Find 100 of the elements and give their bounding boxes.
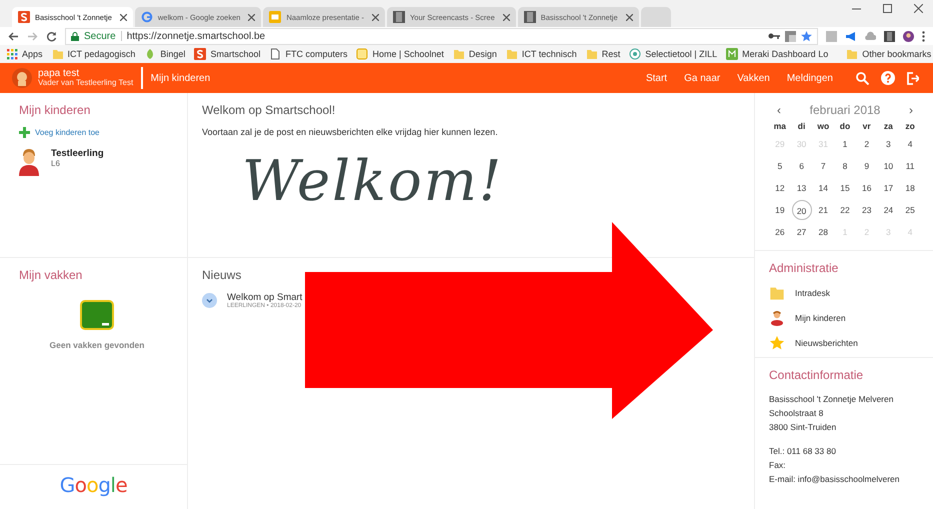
calendar-day[interactable]: 24: [878, 200, 898, 220]
profile-icon[interactable]: [903, 30, 914, 42]
user-role: Vader van Testleerling Test: [38, 79, 134, 88]
child-class: L6: [51, 159, 61, 168]
search-icon[interactable]: [856, 72, 869, 84]
bookmark[interactable]: Rest: [586, 48, 620, 60]
add-children-link[interactable]: Voeg kinderen toe: [35, 128, 100, 137]
bookmark[interactable]: Apps: [6, 48, 43, 60]
weekday-label: do: [838, 120, 852, 132]
bookmark[interactable]: ICT pedagogisch: [52, 48, 136, 60]
back-icon[interactable]: [8, 30, 19, 42]
child-icon: [769, 310, 785, 326]
calendar-day[interactable]: 12: [770, 178, 790, 198]
google-logo[interactable]: Google: [0, 464, 187, 509]
circle-icon: [629, 48, 642, 60]
apps-grid-icon: [6, 48, 18, 60]
bookmark[interactable]: Bingel: [144, 48, 186, 60]
more-icon[interactable]: [922, 30, 925, 42]
weekday-label: wo: [816, 120, 830, 132]
calendar-day[interactable]: 22: [834, 200, 855, 220]
panel-title: Mijn vakken: [19, 268, 84, 282]
calendar-day[interactable]: 5: [770, 156, 790, 176]
calendar-day[interactable]: 25: [900, 200, 920, 220]
square-icon: [356, 48, 368, 60]
calendar-day[interactable]: 27: [792, 222, 812, 242]
close-icon[interactable]: [502, 14, 510, 20]
calendar-day[interactable]: 16: [856, 178, 877, 198]
expand-icon[interactable]: [202, 293, 217, 308]
contact-line: Tel.: 011 68 33 80: [769, 445, 837, 458]
g-logo-icon: [140, 11, 153, 23]
close-icon[interactable]: [626, 14, 633, 20]
calendar-day[interactable]: 10: [878, 156, 898, 176]
lock-icon: [71, 32, 79, 40]
bookmark[interactable]: Design: [452, 48, 497, 60]
close-icon[interactable]: [120, 14, 127, 20]
admin-link[interactable]: Nieuwsberichten: [769, 335, 921, 351]
folder-icon: [769, 285, 785, 301]
bookmark[interactable]: Home | Schoolnet: [356, 48, 444, 60]
weekday-label: vr: [862, 120, 872, 132]
contact-line: Schoolstraat 8: [769, 407, 824, 420]
month-title: februari 2018: [810, 103, 880, 117]
calendar-day[interactable]: 26: [770, 222, 790, 242]
admin-link[interactable]: Mijn kinderen: [769, 310, 921, 326]
slides-icon: [269, 11, 282, 23]
next-month-button[interactable]: ›: [909, 103, 913, 117]
panel-title: Mijn kinderen: [19, 103, 92, 117]
s-logo-icon: [194, 48, 206, 60]
calendar-day[interactable]: 6: [792, 156, 812, 176]
maximize-icon[interactable]: [883, 4, 892, 13]
folder-icon: [452, 48, 465, 60]
bookmark[interactable]: Smartschool: [194, 48, 260, 60]
admin-link[interactable]: Intradesk: [769, 285, 921, 301]
calendar-day[interactable]: 3: [878, 134, 898, 154]
avatar-icon: [12, 68, 32, 88]
calendar-day[interactable]: 1: [834, 134, 855, 154]
calendar-day[interactable]: 28: [813, 222, 834, 242]
previous-month-button[interactable]: ‹: [777, 103, 781, 117]
calendar-day[interactable]: 17: [878, 178, 898, 198]
contact-line: Fax:: [769, 459, 787, 472]
bookmark[interactable]: Selectietool | ZILL: [629, 48, 718, 60]
bookmark[interactable]: Other bookmarks: [846, 48, 932, 60]
m-logo-icon: [726, 48, 738, 60]
calendar-day[interactable]: 11: [900, 156, 920, 176]
bookmark[interactable]: Meraki Dashboard Lo: [726, 48, 828, 60]
calendar-day[interactable]: 2: [856, 134, 877, 154]
child-name[interactable]: Testleerling: [51, 148, 104, 159]
logout-icon[interactable]: [907, 72, 919, 84]
bookmark[interactable]: FTC computers: [269, 48, 348, 60]
close-icon[interactable]: [372, 14, 379, 20]
document-icon: [269, 48, 282, 60]
panel-title: Contactinformatie: [769, 368, 864, 382]
translate-icon[interactable]: [785, 30, 796, 42]
megaphone-icon[interactable]: [845, 30, 856, 42]
plus-icon: [19, 127, 30, 138]
calendar-day[interactable]: 4: [900, 134, 920, 154]
calendar-day[interactable]: 20: [792, 200, 812, 220]
close-icon[interactable]: [248, 14, 256, 20]
close-icon[interactable]: [914, 4, 923, 13]
contact-line: E-mail: info@basisschoolmelveren: [769, 473, 901, 486]
address-bar[interactable]: Secure https://zonnetje.smartschool.be: [65, 28, 818, 44]
calendar-day[interactable]: 23: [856, 200, 877, 220]
contact-line: 3800 Sint-Truiden: [769, 421, 838, 434]
key-icon[interactable]: [768, 32, 780, 40]
news-title[interactable]: Welkom op Smart: [227, 292, 302, 303]
calendar-day[interactable]: 19: [770, 200, 790, 220]
calendar-day[interactable]: 8: [834, 156, 855, 176]
star-icon[interactable]: [801, 30, 812, 42]
calendar-day[interactable]: 7: [813, 156, 834, 176]
film-icon[interactable]: [884, 30, 895, 42]
empty-message: Geen vakken gevonden: [48, 340, 146, 350]
calendar-day[interactable]: 21: [813, 200, 834, 220]
bookmark[interactable]: ICT technisch: [506, 48, 577, 60]
calendar-day[interactable]: 18: [900, 178, 920, 198]
calendar-day[interactable]: 15: [834, 178, 855, 198]
calendar-day[interactable]: 14: [813, 178, 834, 198]
reload-icon[interactable]: [46, 30, 57, 42]
calendar-day[interactable]: 9: [856, 156, 877, 176]
student-avatar-icon: [19, 148, 39, 176]
calendar-day[interactable]: 13: [792, 178, 812, 198]
help-icon[interactable]: [881, 71, 895, 85]
